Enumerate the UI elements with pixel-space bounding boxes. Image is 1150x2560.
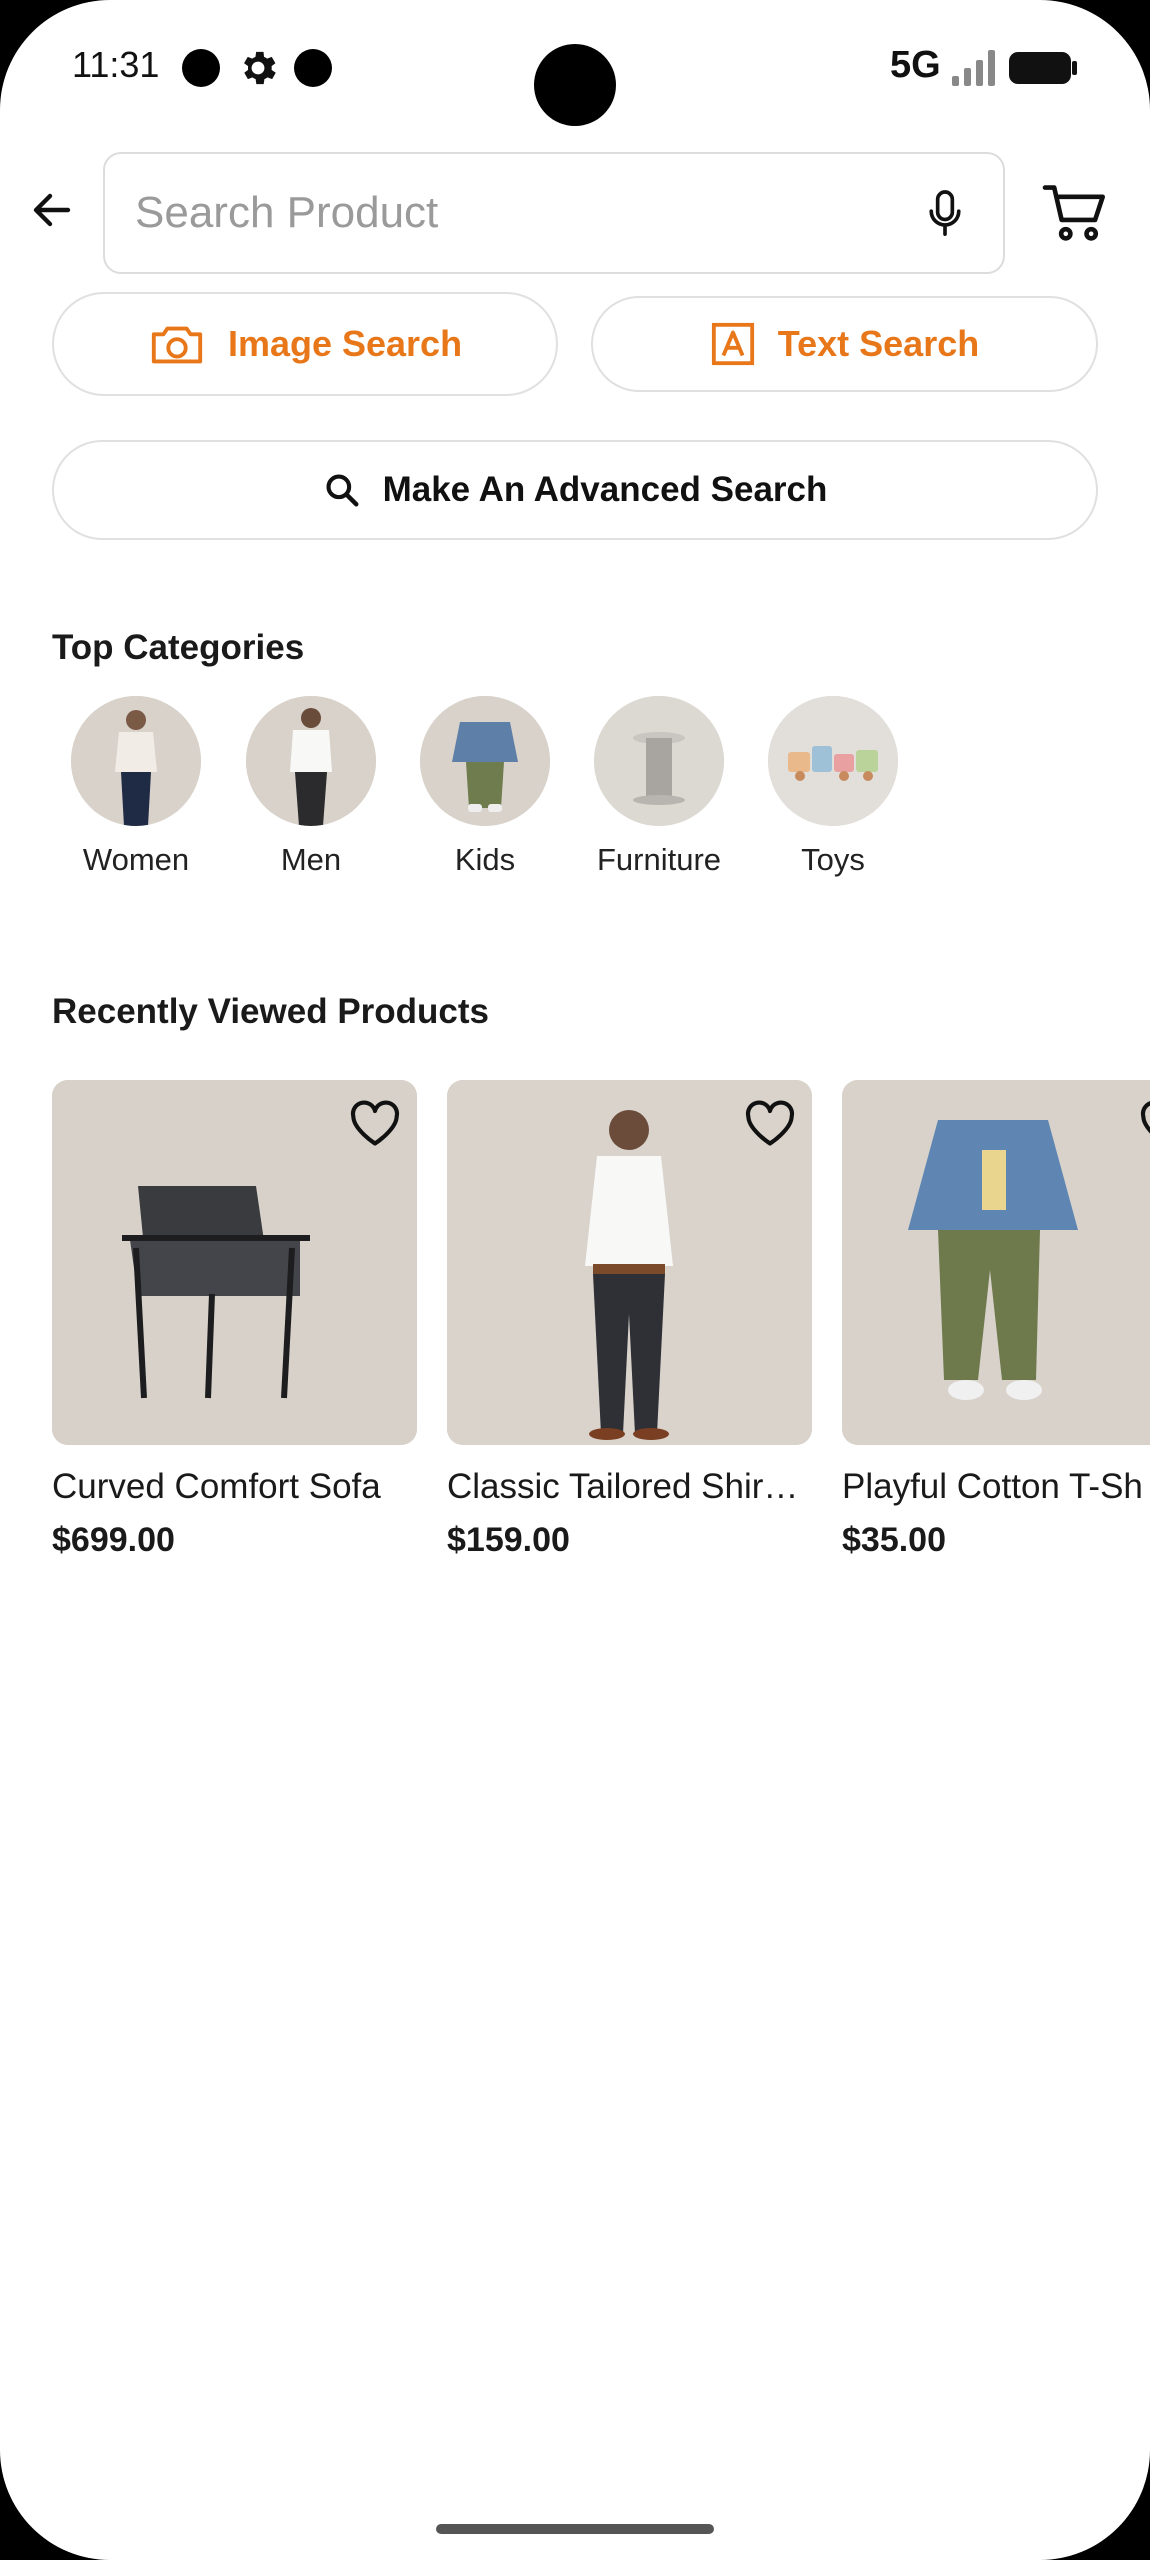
signal-icon: [952, 50, 995, 86]
battery-icon: [1009, 52, 1077, 84]
product-card[interactable]: Curved Comfort Sofa $699.00: [52, 1080, 417, 1560]
gear-icon: [244, 51, 276, 85]
category-kids[interactable]: Kids: [410, 696, 560, 878]
heart-icon: [745, 1100, 795, 1146]
product-name: Curved Comfort Sofa: [52, 1467, 381, 1506]
search-box: [103, 152, 1005, 274]
favorite-button[interactable]: [1137, 1096, 1150, 1152]
category-men[interactable]: Men: [236, 696, 386, 878]
product-card[interactable]: Playful Cotton T-Sh $35.00: [842, 1080, 1150, 1560]
product-image: [447, 1080, 812, 1445]
app-screen: 11:31 5G Search Product Image Search Tex…: [0, 0, 1150, 2560]
men-category-image: [246, 696, 376, 826]
cart-icon: [1042, 185, 1105, 241]
category-label: Men: [280, 842, 342, 877]
image-search-label: Image Search: [227, 323, 463, 364]
category-label: Furniture: [596, 842, 722, 877]
category-label: Kids: [454, 842, 516, 877]
text-search-label: Text Search: [777, 323, 980, 364]
notification-dot-icon: [182, 49, 220, 87]
favorite-button[interactable]: [347, 1096, 403, 1152]
women-category-image: [71, 696, 201, 826]
network-type: 5G: [890, 44, 941, 86]
recent-products-title: Recently Viewed Products: [52, 992, 490, 1031]
furniture-category-image: [594, 696, 724, 826]
heart-icon: [350, 1100, 400, 1146]
text-search-button[interactable]: Text Search: [591, 296, 1098, 392]
product-image: [52, 1080, 417, 1445]
category-toys[interactable]: Toys: [758, 696, 908, 878]
home-indicator[interactable]: [436, 2524, 714, 2534]
product-image: [842, 1080, 1150, 1445]
toys-category-image: [768, 696, 898, 826]
product-price: $35.00: [842, 1521, 946, 1559]
search-input[interactable]: [135, 154, 895, 272]
favorite-button[interactable]: [742, 1096, 798, 1152]
product-name: Classic Tailored Shir…: [447, 1467, 799, 1506]
advanced-search-label: Make An Advanced Search: [382, 470, 828, 509]
category-label: Women: [82, 842, 190, 877]
status-time: 11:31: [72, 44, 160, 85]
back-button[interactable]: [24, 182, 80, 238]
categories-title: Top Categories: [52, 628, 305, 667]
image-search-button[interactable]: Image Search: [52, 292, 558, 396]
camera-cutout: [534, 44, 616, 126]
camera-icon: [148, 320, 206, 368]
product-card[interactable]: Classic Tailored Shir… $159.00: [447, 1080, 812, 1560]
category-women[interactable]: Women: [61, 696, 211, 878]
product-price: $159.00: [447, 1521, 570, 1559]
notification-dot-icon: [294, 49, 332, 87]
advanced-search-button[interactable]: Make An Advanced Search: [52, 440, 1098, 540]
text-box-icon: [710, 321, 756, 367]
status-bar: 11:31 5G: [0, 0, 1150, 140]
heart-icon: [1140, 1101, 1150, 1134]
cart-button[interactable]: [1040, 178, 1110, 248]
search-icon: [323, 471, 361, 509]
product-price: $699.00: [52, 1521, 175, 1559]
category-label: Toys: [801, 842, 865, 877]
kids-category-image: [420, 696, 550, 826]
arrow-left-icon: [33, 193, 71, 227]
microphone-icon: [929, 190, 961, 237]
product-name: Playful Cotton T-Sh: [842, 1467, 1143, 1506]
category-furniture[interactable]: Furniture: [584, 696, 734, 878]
voice-search-button[interactable]: [915, 184, 975, 244]
